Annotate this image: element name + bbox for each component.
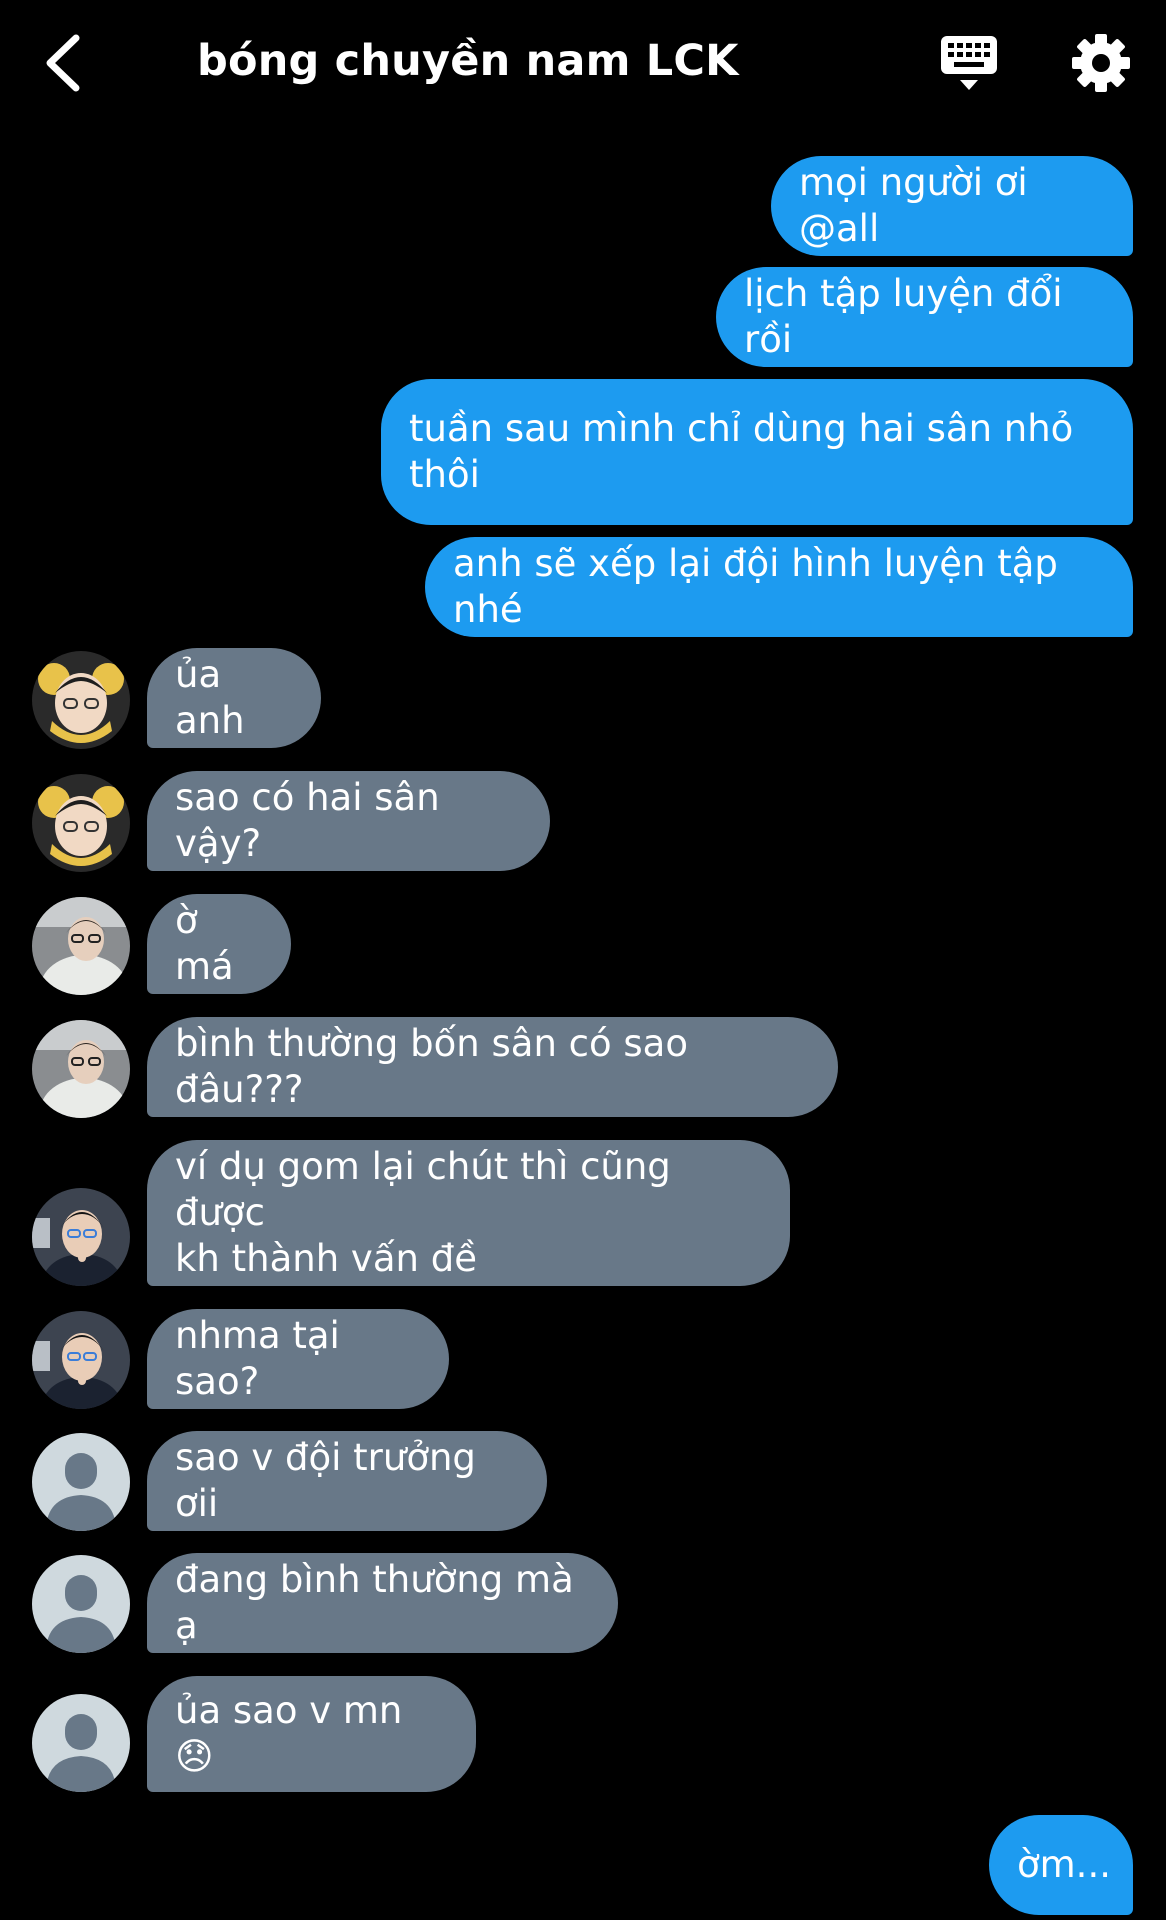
message-bubble-incoming[interactable]: ủa sao v mn 😞 — [147, 1676, 476, 1792]
message-bubble-incoming[interactable]: sao có hai sân vậy? — [147, 771, 550, 871]
message-bubble-outgoing[interactable]: anh sẽ xếp lại đội hình luyện tập nhé — [425, 537, 1133, 637]
chat-title: bóng chuyền nam LCK — [197, 36, 739, 86]
message-bubble-incoming[interactable]: bình thường bốn sân có sao đâu??? — [147, 1017, 838, 1117]
message-bubble-outgoing[interactable]: mọi người ơi @all — [771, 156, 1133, 256]
message-bubble-incoming[interactable]: ủa anh — [147, 648, 321, 748]
avatar[interactable] — [32, 774, 130, 872]
user-photo-c-icon — [32, 1311, 130, 1409]
chat-header: bóng chuyền nam LCK — [0, 0, 1166, 125]
message-bubble-incoming[interactable]: nhma tại sao? — [147, 1309, 449, 1409]
user-photo-b-icon — [32, 1020, 130, 1118]
user-photo-c-icon — [32, 1188, 130, 1286]
default-avatar-icon — [32, 1555, 130, 1653]
back-button[interactable] — [38, 28, 98, 98]
avatar[interactable] — [32, 1555, 130, 1653]
message-bubble-incoming[interactable]: sao v đội trưởng ơii — [147, 1431, 547, 1531]
user-photo-a-icon — [32, 774, 130, 872]
avatar[interactable] — [32, 1020, 130, 1118]
chevron-left-icon — [46, 34, 80, 92]
avatar[interactable] — [32, 1694, 130, 1792]
message-bubble-incoming[interactable]: đang bình thường mà ạ — [147, 1553, 618, 1653]
user-photo-a-icon — [32, 651, 130, 749]
keyboard-icon — [941, 36, 997, 90]
message-bubble-outgoing[interactable]: ờm... — [989, 1815, 1133, 1915]
message-bubble-outgoing[interactable]: tuần sau mình chỉ dùng hai sân nhỏ thôi — [381, 379, 1133, 525]
user-photo-b-icon — [32, 897, 130, 995]
avatar[interactable] — [32, 1188, 130, 1286]
default-avatar-icon — [32, 1694, 130, 1792]
message-bubble-incoming[interactable]: ờ má — [147, 894, 291, 994]
avatar[interactable] — [32, 1433, 130, 1531]
avatar[interactable] — [32, 897, 130, 995]
avatar[interactable] — [32, 1311, 130, 1409]
keyboard-button[interactable] — [938, 32, 1000, 94]
settings-button[interactable] — [1070, 32, 1132, 94]
gear-icon — [1072, 34, 1130, 92]
avatar[interactable] — [32, 651, 130, 749]
default-avatar-icon — [32, 1433, 130, 1531]
message-bubble-incoming[interactable]: ví dụ gom lại chút thì cũng được kh thàn… — [147, 1140, 790, 1286]
message-bubble-outgoing[interactable]: lịch tập luyện đổi rồi — [716, 267, 1133, 367]
